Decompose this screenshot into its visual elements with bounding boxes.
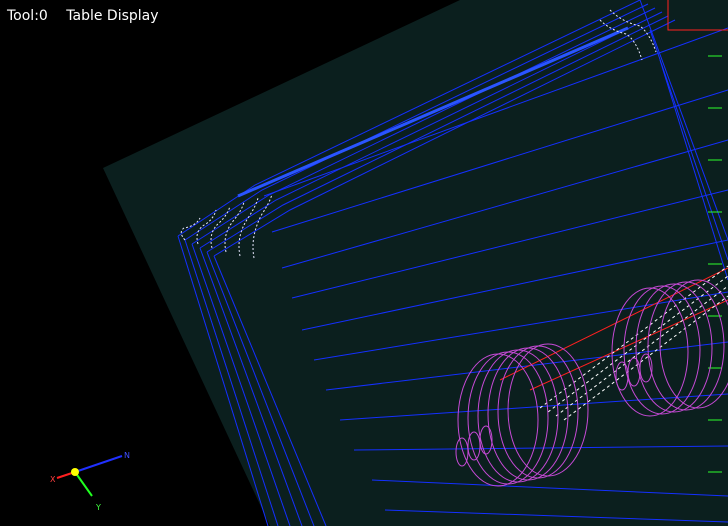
axis-origin-dot [71, 468, 79, 476]
cam-3d-viewport[interactable]: N X Y [0, 0, 728, 526]
axis-label-x: X [50, 475, 56, 484]
hud-overlay: Tool:0 Table Display [7, 8, 173, 24]
display-mode-label: Table Display [66, 8, 159, 24]
axis-label-n: N [124, 451, 130, 460]
axis-label-y: Y [95, 503, 101, 512]
tool-indicator: Tool:0 [7, 8, 48, 24]
axis-triad: N X Y [50, 451, 130, 512]
